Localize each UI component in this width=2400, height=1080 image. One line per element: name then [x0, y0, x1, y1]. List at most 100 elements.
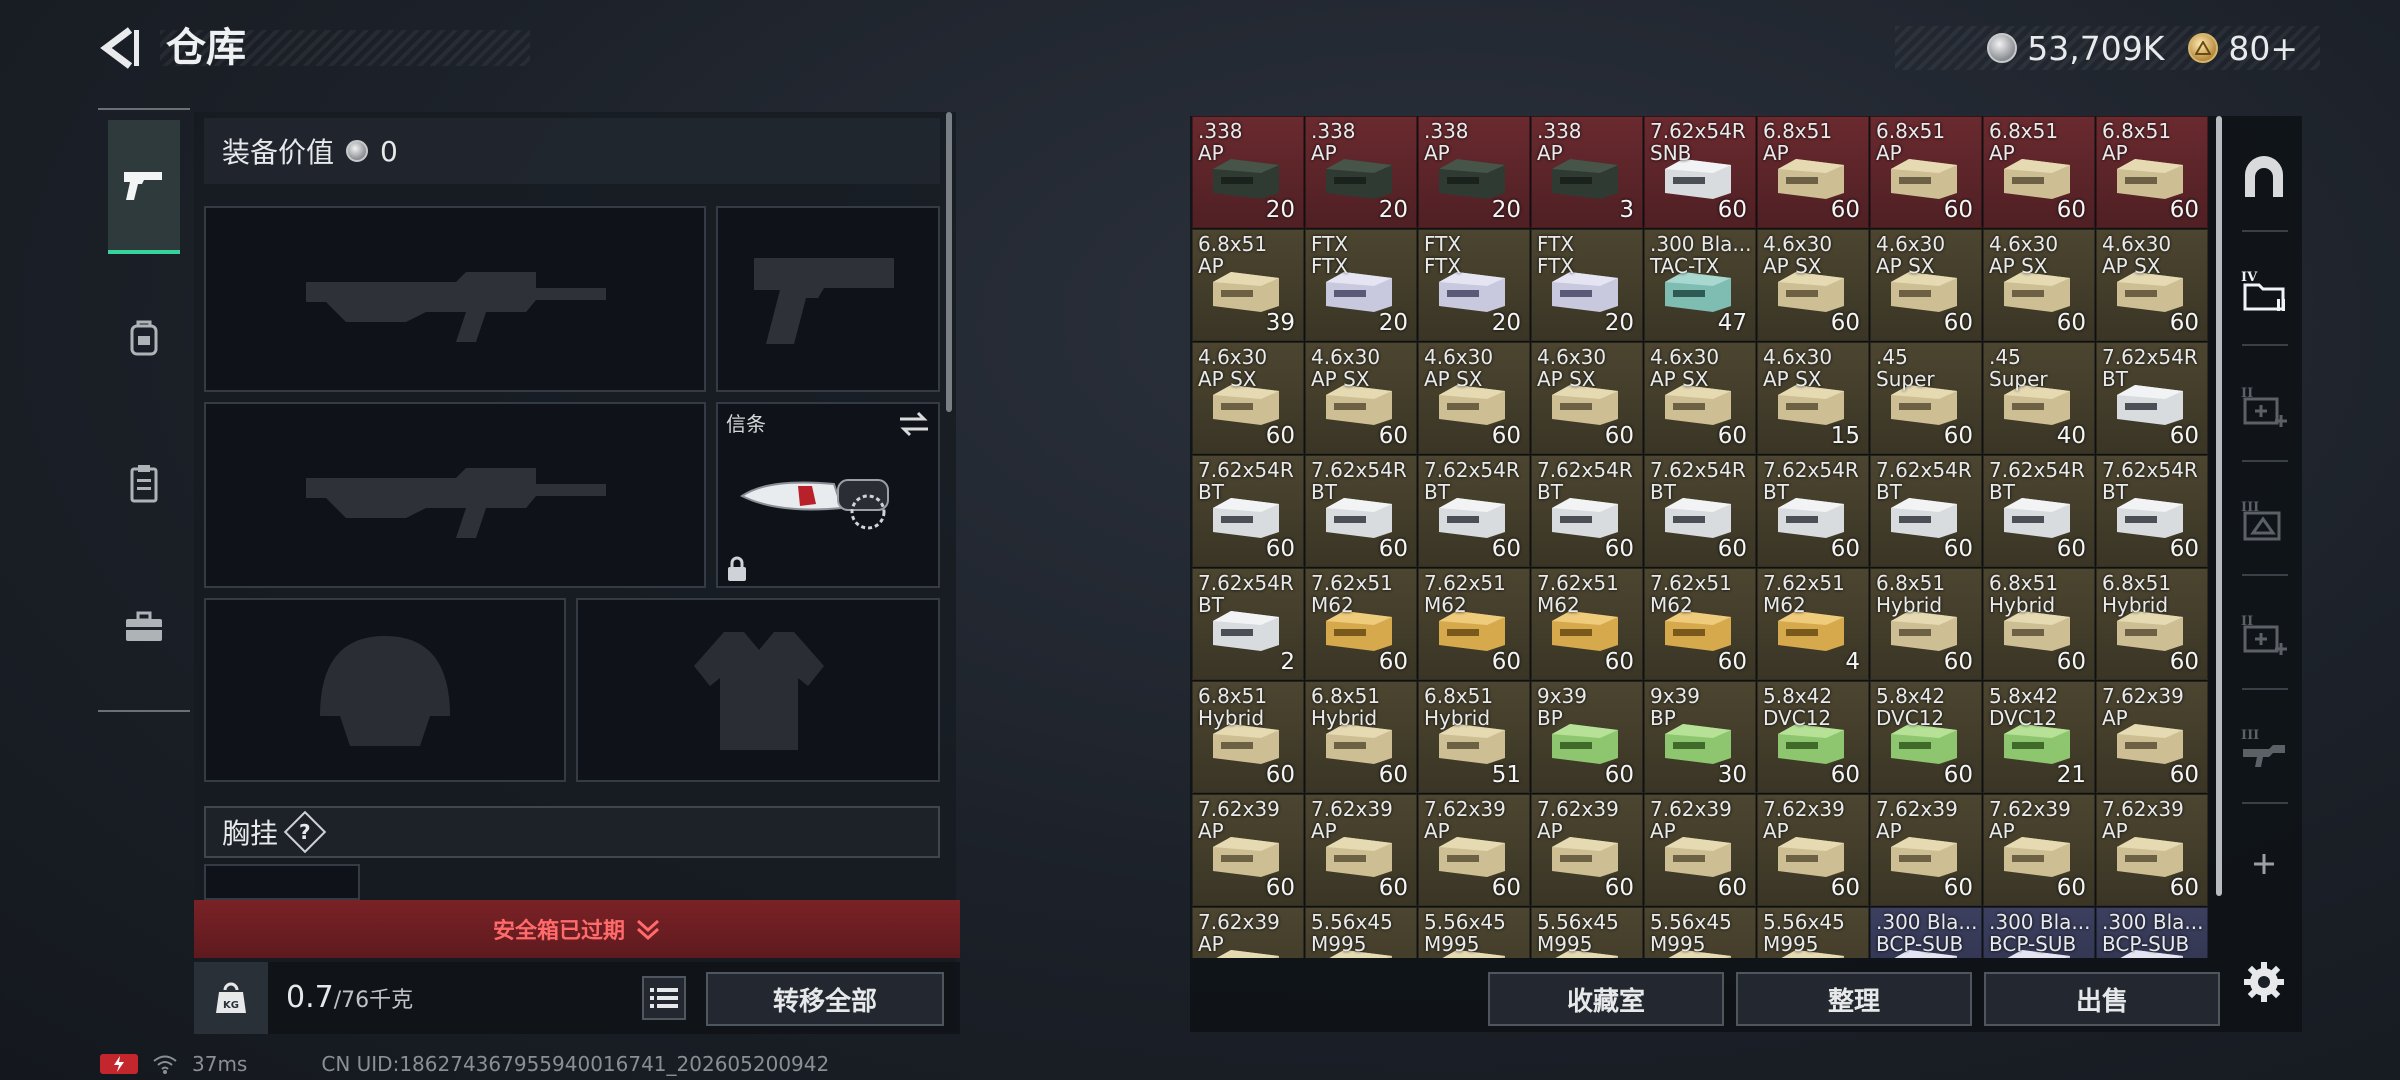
storage-item-cell[interactable]: FTX FTX 20	[1418, 229, 1530, 341]
melee-slot[interactable]: 信条	[716, 402, 940, 588]
storage-item-cell[interactable]: 7.62x54R BT 60	[1192, 455, 1304, 567]
storage-item-cell[interactable]: .45 Super 60	[1870, 342, 1982, 454]
storage-item-cell[interactable]: 7.62x54R BT 60	[2096, 342, 2208, 454]
gold-currency-value[interactable]: 80+	[2228, 29, 2298, 68]
storage-item-cell[interactable]: .338 AP 3	[1531, 116, 1643, 228]
storage-item-cell[interactable]: 7.62x54R BT 60	[1870, 455, 1982, 567]
storage-item-cell[interactable]: 4.6x30 AP SX 60	[1531, 342, 1643, 454]
settings-button[interactable]	[2236, 954, 2292, 1010]
tab-case[interactable]	[108, 560, 180, 694]
storage-item-cell[interactable]: 4.6x30 AP SX 60	[1757, 229, 1869, 341]
rail-shelter-button[interactable]	[2236, 150, 2292, 206]
collection-room-button[interactable]: 收藏室	[1488, 972, 1724, 1026]
storage-item-cell[interactable]: 7.62x54R BT 60	[1757, 455, 1869, 567]
storage-item-cell[interactable]: 7.62x39 AP 60	[1644, 794, 1756, 906]
storage-item-cell[interactable]: 5.56x45 M995	[1418, 907, 1530, 958]
storage-item-cell[interactable]: FTX FTX 20	[1531, 229, 1643, 341]
storage-item-cell[interactable]: 5.8x42 DVC12 60	[1870, 681, 1982, 793]
storage-item-cell[interactable]: 5.56x45 M995	[1757, 907, 1869, 958]
storage-item-cell[interactable]: 7.62x51 M62 60	[1305, 568, 1417, 680]
sidearm-slot[interactable]	[716, 206, 940, 392]
swap-arrows-icon[interactable]	[898, 410, 930, 438]
storage-item-cell[interactable]: .300 Bla... BCP-SUB	[1983, 907, 2095, 958]
chest-rig-slot[interactable]	[204, 864, 360, 900]
loadout-scrollbar[interactable]	[946, 112, 952, 412]
safebox-expired-bar[interactable]: 安全箱已过期	[194, 900, 960, 958]
helmet-slot[interactable]	[204, 598, 566, 782]
storage-item-cell[interactable]: 6.8x51 AP 39	[1192, 229, 1304, 341]
organize-button[interactable]: 整理	[1736, 972, 1972, 1026]
storage-item-cell[interactable]: 6.8x51 Hybrid 60	[2096, 568, 2208, 680]
storage-item-cell[interactable]: 6.8x51 Hybrid 51	[1418, 681, 1530, 793]
tab-vest[interactable]	[108, 416, 180, 550]
primary-weapon-slot[interactable]	[204, 206, 706, 392]
storage-item-cell[interactable]: 6.8x51 AP 60	[1870, 116, 1982, 228]
rail-folder-IV-button[interactable]: IV	[2236, 262, 2292, 318]
storage-item-cell[interactable]: .45 Super 40	[1983, 342, 2095, 454]
storage-item-cell[interactable]: 4.6x30 AP SX 60	[1305, 342, 1417, 454]
storage-item-cell[interactable]: 7.62x54R BT 60	[1418, 455, 1530, 567]
storage-item-cell[interactable]: 7.62x51 M62 60	[1418, 568, 1530, 680]
rail-gear-III-button[interactable]: III	[2236, 492, 2292, 548]
storage-item-cell[interactable]: 5.56x45 M995	[1531, 907, 1643, 958]
storage-item-cell[interactable]: 7.62x39 AP 60	[2096, 794, 2208, 906]
storage-item-cell[interactable]: 7.62x39 AP 60	[1305, 794, 1417, 906]
armor-slot[interactable]	[576, 598, 940, 782]
storage-item-cell[interactable]: 5.8x42 DVC12 21	[1983, 681, 2095, 793]
storage-item-cell[interactable]: FTX FTX 20	[1305, 229, 1417, 341]
storage-item-cell[interactable]: 5.8x42 DVC12 60	[1757, 681, 1869, 793]
storage-item-cell[interactable]: 7.62x39 AP 60	[2096, 681, 2208, 793]
storage-item-cell[interactable]: 7.62x39 AP 60	[1870, 794, 1982, 906]
storage-item-cell[interactable]: 6.8x51 Hybrid 60	[1983, 568, 2095, 680]
storage-item-cell[interactable]: 4.6x30 AP SX 60	[2096, 229, 2208, 341]
storage-item-cell[interactable]: 7.62x39 AP	[1192, 907, 1304, 958]
storage-item-cell[interactable]: 4.6x30 AP SX 60	[1983, 229, 2095, 341]
back-button[interactable]	[96, 22, 144, 74]
storage-item-cell[interactable]: 7.62x54R BT 60	[1983, 455, 2095, 567]
storage-item-cell[interactable]: .338 AP 20	[1305, 116, 1417, 228]
storage-item-cell[interactable]: 5.56x45 M995	[1644, 907, 1756, 958]
storage-item-cell[interactable]: .300 Bla... TAC-TX 47	[1644, 229, 1756, 341]
rail-add-button[interactable]	[2236, 836, 2292, 892]
storage-item-cell[interactable]: 6.8x51 AP 60	[1757, 116, 1869, 228]
storage-item-cell[interactable]: 7.62x51 M62 4	[1757, 568, 1869, 680]
storage-item-cell[interactable]: 4.6x30 AP SX 60	[1192, 342, 1304, 454]
rail-medkit-II-button[interactable]: II	[2236, 378, 2292, 434]
storage-item-cell[interactable]: 7.62x54R BT 60	[1531, 455, 1643, 567]
storage-item-cell[interactable]: 9x39 BP 30	[1644, 681, 1756, 793]
storage-item-cell[interactable]: 7.62x51 M62 60	[1644, 568, 1756, 680]
secondary-weapon-slot[interactable]	[204, 402, 706, 588]
storage-item-cell[interactable]: 6.8x51 Hybrid 60	[1870, 568, 1982, 680]
sell-button[interactable]: 出售	[1984, 972, 2220, 1026]
tab-backpack[interactable]	[108, 270, 180, 404]
list-view-button[interactable]	[642, 976, 686, 1020]
transfer-all-button[interactable]: 转移全部	[706, 972, 944, 1026]
storage-item-cell[interactable]: 4.6x30 AP SX 60	[1870, 229, 1982, 341]
storage-item-cell[interactable]: .300 Bla... BCP-SUB	[1870, 907, 1982, 958]
storage-item-cell[interactable]: 4.6x30 AP SX 60	[1418, 342, 1530, 454]
storage-item-cell[interactable]: 4.6x30 AP SX 15	[1757, 342, 1869, 454]
storage-item-cell[interactable]: .338 AP 20	[1418, 116, 1530, 228]
storage-item-cell[interactable]: 7.62x54R BT 60	[1644, 455, 1756, 567]
storage-item-cell[interactable]: 7.62x39 AP 60	[1531, 794, 1643, 906]
rail-medkit-II-b-button[interactable]: II	[2236, 606, 2292, 662]
storage-item-cell[interactable]: .338 AP 20	[1192, 116, 1304, 228]
rail-rifle-III-button[interactable]: III	[2236, 720, 2292, 776]
storage-item-cell[interactable]: 6.8x51 Hybrid 60	[1192, 681, 1304, 793]
storage-item-cell[interactable]: 6.8x51 AP 60	[2096, 116, 2208, 228]
storage-item-cell[interactable]: 4.6x30 AP SX 60	[1644, 342, 1756, 454]
storage-item-cell[interactable]: 7.62x39 AP 60	[1983, 794, 2095, 906]
storage-item-cell[interactable]: .300 Bla... BCP-SUB	[2096, 907, 2208, 958]
storage-item-cell[interactable]: 7.62x54R SNB 60	[1644, 116, 1756, 228]
storage-scrollbar[interactable]	[2216, 116, 2222, 896]
storage-item-cell[interactable]: 9x39 BP 60	[1531, 681, 1643, 793]
storage-item-cell[interactable]: 7.62x54R BT 60	[2096, 455, 2208, 567]
storage-item-cell[interactable]: 7.62x39 AP 60	[1192, 794, 1304, 906]
storage-item-cell[interactable]: 6.8x51 AP 60	[1983, 116, 2095, 228]
storage-item-cell[interactable]: 7.62x54R BT 2	[1192, 568, 1304, 680]
help-badge[interactable]: ?	[283, 810, 327, 854]
storage-item-cell[interactable]: 7.62x54R BT 60	[1305, 455, 1417, 567]
storage-item-cell[interactable]: 5.56x45 M995	[1305, 907, 1417, 958]
tab-weapons[interactable]	[108, 120, 180, 254]
storage-item-cell[interactable]: 7.62x39 AP 60	[1757, 794, 1869, 906]
